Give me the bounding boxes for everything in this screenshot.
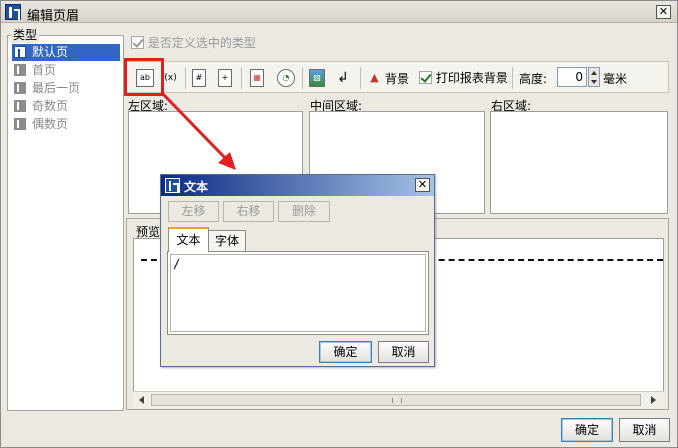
grip-icon [392,398,402,403]
page-icon [14,82,26,94]
preview-scrollbar[interactable] [133,391,664,408]
type-item-default[interactable]: 默认页 [12,44,120,61]
window-title: 编辑页眉 [27,9,80,24]
scroll-left-icon[interactable] [136,394,148,406]
scrollbar-thumb[interactable] [151,394,641,406]
type-item-label: 最后一页 [32,81,81,95]
checkbox-icon [131,36,144,49]
cancel-button[interactable]: 取消 [619,418,670,442]
toolbar-separator [185,67,186,89]
type-item-even[interactable]: 偶数页 [12,116,122,133]
text-dialog: 文本 ✕ 左移 右移 删除 文本 字体 / 确定 取消 [160,174,435,367]
tab-font[interactable]: 字体 [208,230,246,252]
type-item-last[interactable]: 最后一页 [12,80,122,97]
page-icon [14,46,26,58]
app-logo-icon [5,4,21,20]
text-dialog-close-button[interactable]: ✕ [415,178,430,192]
move-left-button[interactable]: 左移 [168,201,219,222]
insert-image-button[interactable]: ▨ [309,69,325,87]
text-content-input[interactable]: / [170,254,426,332]
toolbar-separator [241,67,242,89]
text-dialog-titlebar[interactable]: 文本 ✕ [161,175,434,196]
print-background-checkbox[interactable]: 打印报表背景 [419,69,508,86]
type-item-label: 偶数页 [32,117,69,131]
toolbar-separator [512,67,513,89]
background-button[interactable]: 背景 [385,70,409,87]
page-icon [14,64,26,76]
tab-text[interactable]: 文本 [168,227,209,252]
custom-type-checkbox[interactable]: 是否定义选中的类型 [131,34,256,51]
custom-type-label: 是否定义选中的类型 [147,36,256,50]
highlight-box [124,58,164,96]
background-icon: ▲ [370,71,379,84]
unit-label: 毫米 [603,72,628,86]
toolbar-separator [302,67,303,89]
height-label: 高度: [519,72,548,86]
type-item-label: 首页 [32,63,57,77]
page-icon [14,118,26,130]
text-dialog-cancel-button[interactable]: 取消 [378,341,429,363]
text-tab-panel: / [167,251,429,335]
print-background-label: 打印报表背景 [435,71,508,85]
ok-button[interactable]: 确定 [561,418,613,442]
header-toolbar: ab f(x) # + ▦ ◔ ▨ ↲ ▲ 背景 打印报表背景 高度: 0 毫米 [126,61,669,93]
app-logo-icon [165,178,180,193]
height-spinner[interactable] [588,67,600,87]
insert-time-button[interactable]: ◔ [277,69,295,87]
delete-button[interactable]: 删除 [278,201,330,222]
height-input[interactable]: 0 [557,67,587,87]
type-item-label: 默认页 [32,45,69,59]
insert-page-number-button[interactable]: # [192,69,206,87]
page-icon [14,100,26,112]
insert-total-pages-button[interactable]: + [218,69,232,87]
checkbox-icon [419,71,432,84]
type-item-first[interactable]: 首页 [12,62,122,79]
insert-date-button[interactable]: ▦ [250,69,264,87]
type-item-label: 奇数页 [32,99,69,113]
move-right-button[interactable]: 右移 [223,201,274,222]
type-item-odd[interactable]: 奇数页 [12,98,122,115]
toolbar-separator [360,67,361,89]
window-close-button[interactable]: ✕ [656,5,671,19]
text-dialog-ok-button[interactable]: 确定 [319,341,372,363]
window-titlebar[interactable]: 编辑页眉 ✕ [1,1,677,24]
text-dialog-title: 文本 [184,180,209,194]
right-region-area[interactable] [490,111,668,214]
insert-newline-button[interactable]: ↲ [334,69,352,87]
type-group-label: 类型 [11,26,40,43]
scroll-right-icon[interactable] [647,394,659,406]
